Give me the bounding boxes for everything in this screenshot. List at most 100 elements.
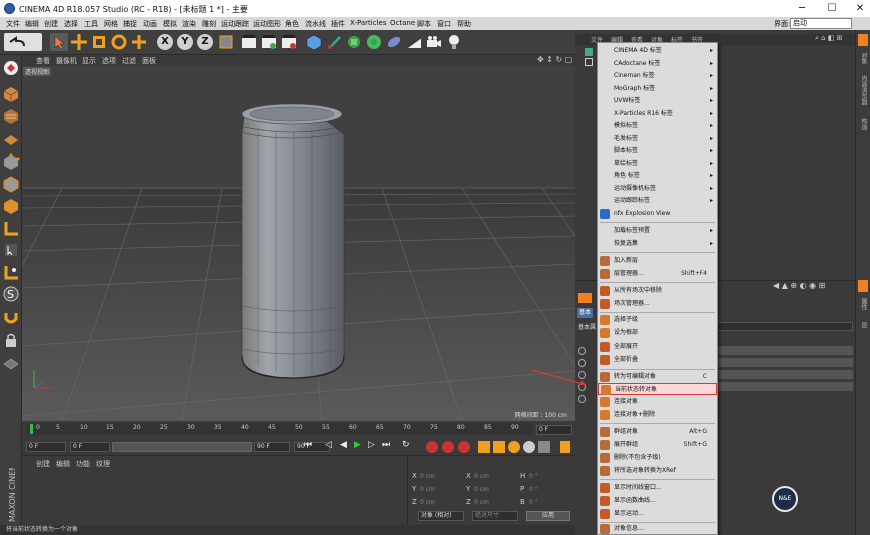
menu-item-add-new-layer[interactable]: 加入新层 <box>598 255 717 267</box>
menu-item[interactable]: 运动图形 <box>253 19 281 29</box>
menu-item-character-tags[interactable]: 角色 标签 ▸ <box>598 170 717 182</box>
loop-icon[interactable]: ↻ <box>402 440 410 450</box>
solo-icon[interactable]: S <box>2 285 20 303</box>
coord-size-z-value[interactable]: 0 cm <box>474 499 489 506</box>
timeline-window-icon[interactable] <box>560 441 570 453</box>
menu-item[interactable]: 选择 <box>64 19 78 29</box>
menu-item[interactable]: 雕刻 <box>202 19 216 29</box>
menu-item[interactable]: 网格 <box>104 19 118 29</box>
menu-item[interactable]: 工具 <box>84 19 98 29</box>
radio-icon[interactable] <box>578 347 586 355</box>
coord-size-x-value[interactable]: 0 cm <box>474 473 489 480</box>
lock-workplane-icon[interactable] <box>2 331 20 349</box>
start-frame-field[interactable]: 0 F <box>26 442 66 452</box>
add-tool-icon[interactable] <box>130 33 148 51</box>
record-keys-icon[interactable] <box>426 441 438 453</box>
camera-icon[interactable] <box>425 33 443 51</box>
object-icon[interactable] <box>585 48 593 56</box>
render-settings-icon[interactable] <box>280 33 298 51</box>
preview-range-slider[interactable] <box>112 442 252 452</box>
close-button[interactable]: ✕ <box>853 2 867 15</box>
tab-content-browser[interactable]: 内容浏览器 <box>859 75 868 105</box>
layout-select[interactable]: 启动 <box>790 18 852 29</box>
menu-item-uvw-tags[interactable]: UVW标签 ▸ <box>598 95 717 107</box>
radio-icon[interactable] <box>578 359 586 367</box>
tab-attributes[interactable]: 属性 <box>859 298 868 310</box>
menu-item-group-objects[interactable]: 群组对象 Alt+G <box>598 426 717 438</box>
cube-primitive-icon[interactable] <box>305 33 323 51</box>
menu-item[interactable]: X-Particles <box>350 19 386 27</box>
attribute-field[interactable] <box>715 358 853 367</box>
auto-keying-icon[interactable] <box>442 441 454 453</box>
attribute-field[interactable] <box>715 346 853 355</box>
viewport-menu-item[interactable]: 摄像机 <box>56 56 77 66</box>
objects-tab-icon[interactable] <box>858 34 868 46</box>
axis-mode-icon[interactable] <box>2 219 20 237</box>
coord-pos-z-value[interactable]: 0 cm <box>420 499 435 506</box>
menu-item-motion-tracker-tags[interactable]: 运动跟踪标签 ▸ <box>598 195 717 207</box>
preview-end-field[interactable]: 90 F <box>254 442 290 452</box>
deformer-icon[interactable] <box>385 33 403 51</box>
previous-frame-icon[interactable]: ◀ <box>340 440 347 450</box>
key-scale-icon[interactable] <box>493 441 505 453</box>
tab-basic[interactable]: 基本 <box>577 308 593 318</box>
undo-redo-button[interactable] <box>4 33 42 51</box>
menu-item[interactable]: 模拟 <box>163 19 177 29</box>
current-frame-field[interactable]: 0 F <box>536 425 572 435</box>
texture-mode-icon[interactable] <box>2 107 20 125</box>
environment-icon[interactable] <box>405 33 423 51</box>
menu-item[interactable]: 渲染 <box>182 19 196 29</box>
menu-item-simulation-tags[interactable]: 模拟标签 ▸ <box>598 120 717 132</box>
menu-item-cadoctane-tags[interactable]: CAdoctane 标签 ▸ <box>598 58 717 70</box>
menu-item-expand-all[interactable]: 全部展开 <box>598 341 717 353</box>
menu-item-show-f-curves[interactable]: 显示函数曲线... <box>598 495 717 507</box>
menu-item-motion-camera-tags[interactable]: 运动摄像机标签 ▸ <box>598 183 717 195</box>
render-view-icon[interactable] <box>240 33 258 51</box>
menu-item-script-tags[interactable]: 脚本标签 ▸ <box>598 145 717 157</box>
material-menu-item[interactable]: 纹理 <box>96 459 110 469</box>
menu-item-expand-group[interactable]: 展开群组 Shift+G <box>598 439 717 451</box>
radio-icon[interactable] <box>578 395 586 403</box>
coord-size-mode-select[interactable]: 绝对尺寸 <box>472 511 518 521</box>
workplane-mode-icon[interactable] <box>2 129 20 147</box>
menu-item-show-timeline[interactable]: 显示时间线窗口... <box>598 482 717 494</box>
preview-start-field[interactable]: 0 F <box>70 442 110 452</box>
menu-item-xparticles-tags[interactable]: X-Particles R16 标签 ▸ <box>598 108 717 120</box>
menu-item-delete-without-children[interactable]: 删除(不包含子级) <box>598 452 717 464</box>
tab-objects[interactable]: 对象 <box>859 52 868 64</box>
apply-button[interactable]: 应用 <box>526 511 570 521</box>
tweak-mode-icon[interactable] <box>2 241 20 259</box>
menu-item[interactable]: 帮助 <box>457 19 471 29</box>
menu-item[interactable]: 插件 <box>331 19 345 29</box>
select-tool-icon[interactable] <box>50 33 68 51</box>
y-axis-lock-button[interactable]: Y <box>177 34 193 50</box>
minimize-button[interactable]: ─ <box>795 2 809 15</box>
keyframe-selection-icon[interactable] <box>458 441 470 453</box>
coord-pos-x-value[interactable]: 0 cm <box>420 473 435 480</box>
menu-item-make-editable[interactable]: 转为可编辑对象 C <box>598 371 717 383</box>
viewport-menu-item[interactable]: 选项 <box>102 56 116 66</box>
menu-item[interactable]: 运动跟踪 <box>221 19 249 29</box>
menu-item-object-info[interactable]: 对象信息... <box>598 523 717 535</box>
subdivision-surface-icon[interactable] <box>345 33 363 51</box>
checkmark-icon[interactable] <box>585 58 593 66</box>
search-icon[interactable]: ⌕ ⌂ ◧ ⊞ <box>815 34 843 43</box>
menu-item-set-as-root[interactable]: 设为根部 <box>598 327 717 339</box>
attribute-nav-icons[interactable]: ◀ ▲ ⊕ ◐ ◉ ⊞ <box>773 281 825 290</box>
menu-item[interactable]: 流水线 <box>305 19 326 29</box>
magnet-icon[interactable] <box>2 309 20 327</box>
key-position-icon[interactable] <box>478 441 490 453</box>
menu-item[interactable]: 捕捉 <box>123 19 137 29</box>
menu-item-collapse-all[interactable]: 全部折叠 <box>598 354 717 366</box>
menu-item-select-children[interactable]: 选择子级 <box>598 314 717 326</box>
menu-item[interactable]: 创建 <box>44 19 58 29</box>
coord-pos-y-value[interactable]: 0 cm <box>420 486 435 493</box>
perspective-viewport[interactable]: 透视视图 网格间距 : 100 cm <box>22 66 575 421</box>
render-picture-viewer-icon[interactable] <box>260 33 278 51</box>
menu-item-cineman-tags[interactable]: Cineman 标签 ▸ <box>598 70 717 82</box>
viewport-menu-item[interactable]: 面板 <box>142 56 156 66</box>
grid-icon[interactable] <box>2 353 20 371</box>
polygons-mode-icon[interactable] <box>2 197 20 215</box>
menu-item-nfx-explosion-view[interactable]: nfx Explosion View <box>598 208 717 220</box>
attributes-tab-icon[interactable] <box>858 280 868 292</box>
